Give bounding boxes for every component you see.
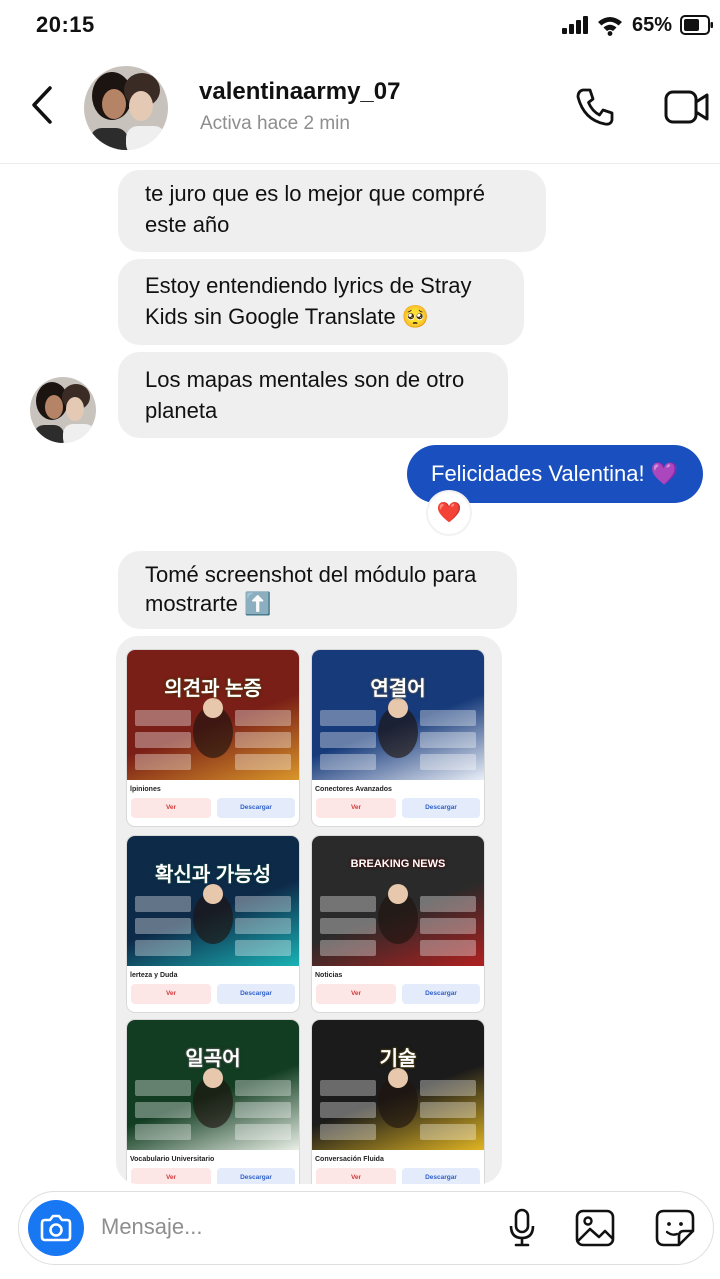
module-thumbnail: 연결어 — [312, 650, 484, 780]
module-card: BREAKING NEWS Noticias Ver Descargar — [312, 836, 484, 1012]
message-bubble-incoming[interactable]: Estoy entendiendo lyrics de Stray Kids s… — [118, 259, 524, 345]
camera-button[interactable] — [28, 1200, 84, 1256]
view-button: Ver — [131, 1168, 211, 1184]
module-card-title: lerteza y Duda — [130, 972, 178, 979]
view-button: Ver — [316, 984, 396, 1004]
module-thumbnail: 일곡어 — [127, 1020, 299, 1150]
signal-icon — [562, 16, 588, 34]
view-button: Ver — [131, 984, 211, 1004]
microphone-icon[interactable] — [507, 1208, 537, 1248]
contact-activity-status: Activa hace 2 min — [200, 113, 350, 134]
gallery-icon[interactable] — [575, 1209, 615, 1247]
status-bar: 20:15 65% — [0, 0, 720, 56]
module-card: 연결어 Conectores Avanzados Ver Descargar — [312, 650, 484, 826]
view-button: Ver — [316, 798, 396, 818]
message-input[interactable]: Mensaje... — [101, 1214, 203, 1240]
contact-username[interactable]: valentinaarmy_07 — [199, 78, 400, 106]
video-call-icon[interactable] — [664, 88, 710, 126]
download-button: Descargar — [402, 798, 480, 818]
download-button: Descargar — [402, 984, 480, 1004]
download-button: Descargar — [217, 1168, 295, 1184]
battery-percent: 65% — [632, 14, 673, 36]
module-card-title: Noticias — [315, 972, 343, 979]
module-thumbnail: 확신과 가능성 — [127, 836, 299, 966]
module-card: 일곡어 Vocabulario Universitario Ver Descargar — [127, 1020, 299, 1184]
module-thumbnail-heading: 일곡어 — [185, 1048, 241, 1070]
message-bubble-incoming[interactable]: te juro que es lo mejor que compré este … — [118, 170, 546, 252]
shared-screenshot-image[interactable]: 의견과 논증 lpiniones Ver Descargar 연결어 Conectores… — [116, 636, 502, 1184]
message-bubble-incoming[interactable]: Tomé screenshot del módulo para mostrart… — [118, 551, 517, 629]
module-thumbnail: 의견과 논증 — [127, 650, 299, 780]
module-thumbnail-heading: 기술 — [379, 1048, 417, 1070]
back-arrow-icon[interactable] — [28, 84, 58, 126]
chat-header: valentinaarmy_07 Activa hace 2 min — [0, 56, 720, 164]
module-thumbnail-heading: 연결어 — [370, 678, 426, 700]
message-bubble-incoming[interactable]: Los mapas mentales son de otro planeta — [118, 352, 508, 438]
wifi-icon — [598, 17, 622, 36]
module-card-title: Conversación Fluida — [315, 1156, 384, 1163]
module-thumbnail-heading: BREAKING NEWS — [350, 858, 446, 870]
heart-reaction-icon[interactable]: ❤️ — [428, 492, 470, 534]
download-button: Descargar — [217, 798, 295, 818]
status-time: 20:15 — [36, 12, 95, 37]
module-card-title: lpiniones — [130, 786, 161, 793]
battery-icon — [680, 15, 713, 35]
module-card: 확신과 가능성 lerteza y Duda Ver Descargar — [127, 836, 299, 1012]
view-button: Ver — [131, 798, 211, 818]
sticker-icon[interactable] — [655, 1209, 695, 1247]
view-button: Ver — [316, 1168, 396, 1184]
sender-avatar[interactable] — [30, 377, 96, 443]
module-card-title: Vocabulario Universitario — [130, 1156, 215, 1163]
module-thumbnail: BREAKING NEWS — [312, 836, 484, 966]
module-card-title: Conectores Avanzados — [315, 786, 392, 793]
download-button: Descargar — [402, 1168, 480, 1184]
module-card: 기술 Conversación Fluida Ver Descargar — [312, 1020, 484, 1184]
module-thumbnail-heading: 확신과 가능성 — [155, 864, 271, 886]
phone-call-icon[interactable] — [574, 86, 616, 128]
module-thumbnail-heading: 의견과 논증 — [164, 678, 262, 700]
module-thumbnail: 기술 — [312, 1020, 484, 1150]
download-button: Descargar — [217, 984, 295, 1004]
camera-icon — [40, 1214, 72, 1242]
message-composer: Mensaje... — [18, 1191, 714, 1265]
module-card: 의견과 논증 lpiniones Ver Descargar — [127, 650, 299, 826]
contact-avatar[interactable] — [84, 66, 168, 150]
